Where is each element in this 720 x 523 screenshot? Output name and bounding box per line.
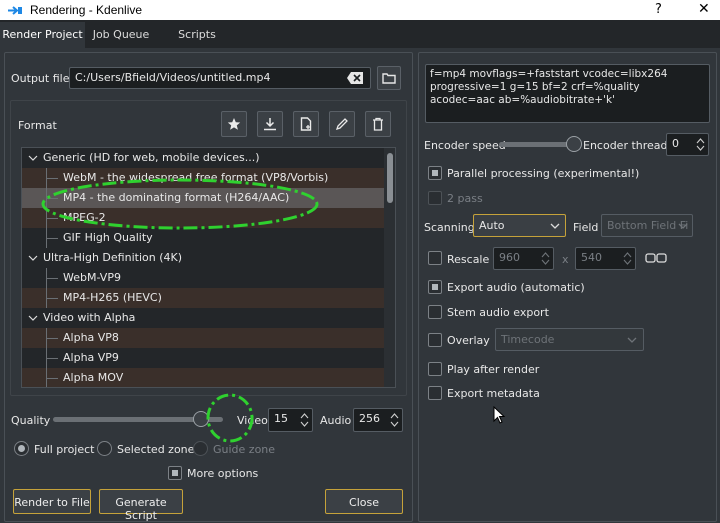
render-params-text[interactable]: f=mp4 movflags=+faststart vcodec=libx264… (425, 64, 710, 123)
stem-audio-checkbox[interactable] (428, 305, 442, 319)
two-pass-label: 2 pass (447, 192, 483, 205)
field-label: Field (573, 221, 599, 234)
parallel-processing-checkbox[interactable] (428, 166, 442, 180)
annotation-ellipse-mp4 (41, 178, 319, 230)
scanning-label: Scanning (424, 221, 475, 234)
spin-arrows-icon (541, 252, 550, 265)
export-audio-label: Export audio (automatic) (447, 281, 585, 294)
overlay-label: Overlay (447, 334, 490, 347)
two-pass-checkbox[interactable] (428, 191, 442, 205)
export-audio-checkbox[interactable] (428, 280, 442, 294)
encoder-speed-track[interactable] (499, 142, 574, 147)
chain-link-icon (645, 253, 667, 263)
export-metadata-checkbox[interactable] (428, 386, 442, 400)
spin-arrows-icon (623, 252, 632, 265)
field-select[interactable]: Bottom Field Fi (601, 214, 693, 237)
overlay-checkbox[interactable] (428, 333, 442, 347)
chevron-down-icon (550, 223, 560, 229)
encoder-threads-spinbox[interactable]: 0 (666, 133, 709, 156)
rescale-height-spinbox[interactable]: 540 (575, 247, 636, 270)
play-after-render-label: Play after render (447, 363, 540, 376)
stem-audio-label: Stem audio export (447, 306, 549, 319)
export-metadata-label: Export metadata (447, 387, 540, 400)
chevron-down-icon (678, 223, 688, 229)
annotation-ellipse-quality (206, 393, 254, 443)
scanning-select[interactable]: Auto (473, 214, 566, 237)
encoder-speed-label: Encoder speed (424, 139, 506, 152)
chevron-down-icon (627, 337, 637, 343)
play-after-render-checkbox[interactable] (428, 362, 442, 376)
rescale-checkbox[interactable] (428, 251, 442, 265)
spin-arrows-icon (696, 138, 705, 151)
encoder-threads-label: Encoder threads (583, 139, 674, 152)
rescale-x-label: x (562, 253, 569, 266)
overlay-select[interactable]: Timecode (495, 328, 644, 351)
mouse-cursor-icon (493, 406, 506, 424)
aspect-lock-button[interactable] (643, 247, 669, 269)
rescale-width-spinbox[interactable]: 960 (493, 247, 554, 270)
encoder-speed-handle[interactable] (566, 136, 582, 152)
rescale-label: Rescale (447, 253, 490, 266)
parallel-processing-label: Parallel processing (experimental!) (447, 167, 640, 180)
